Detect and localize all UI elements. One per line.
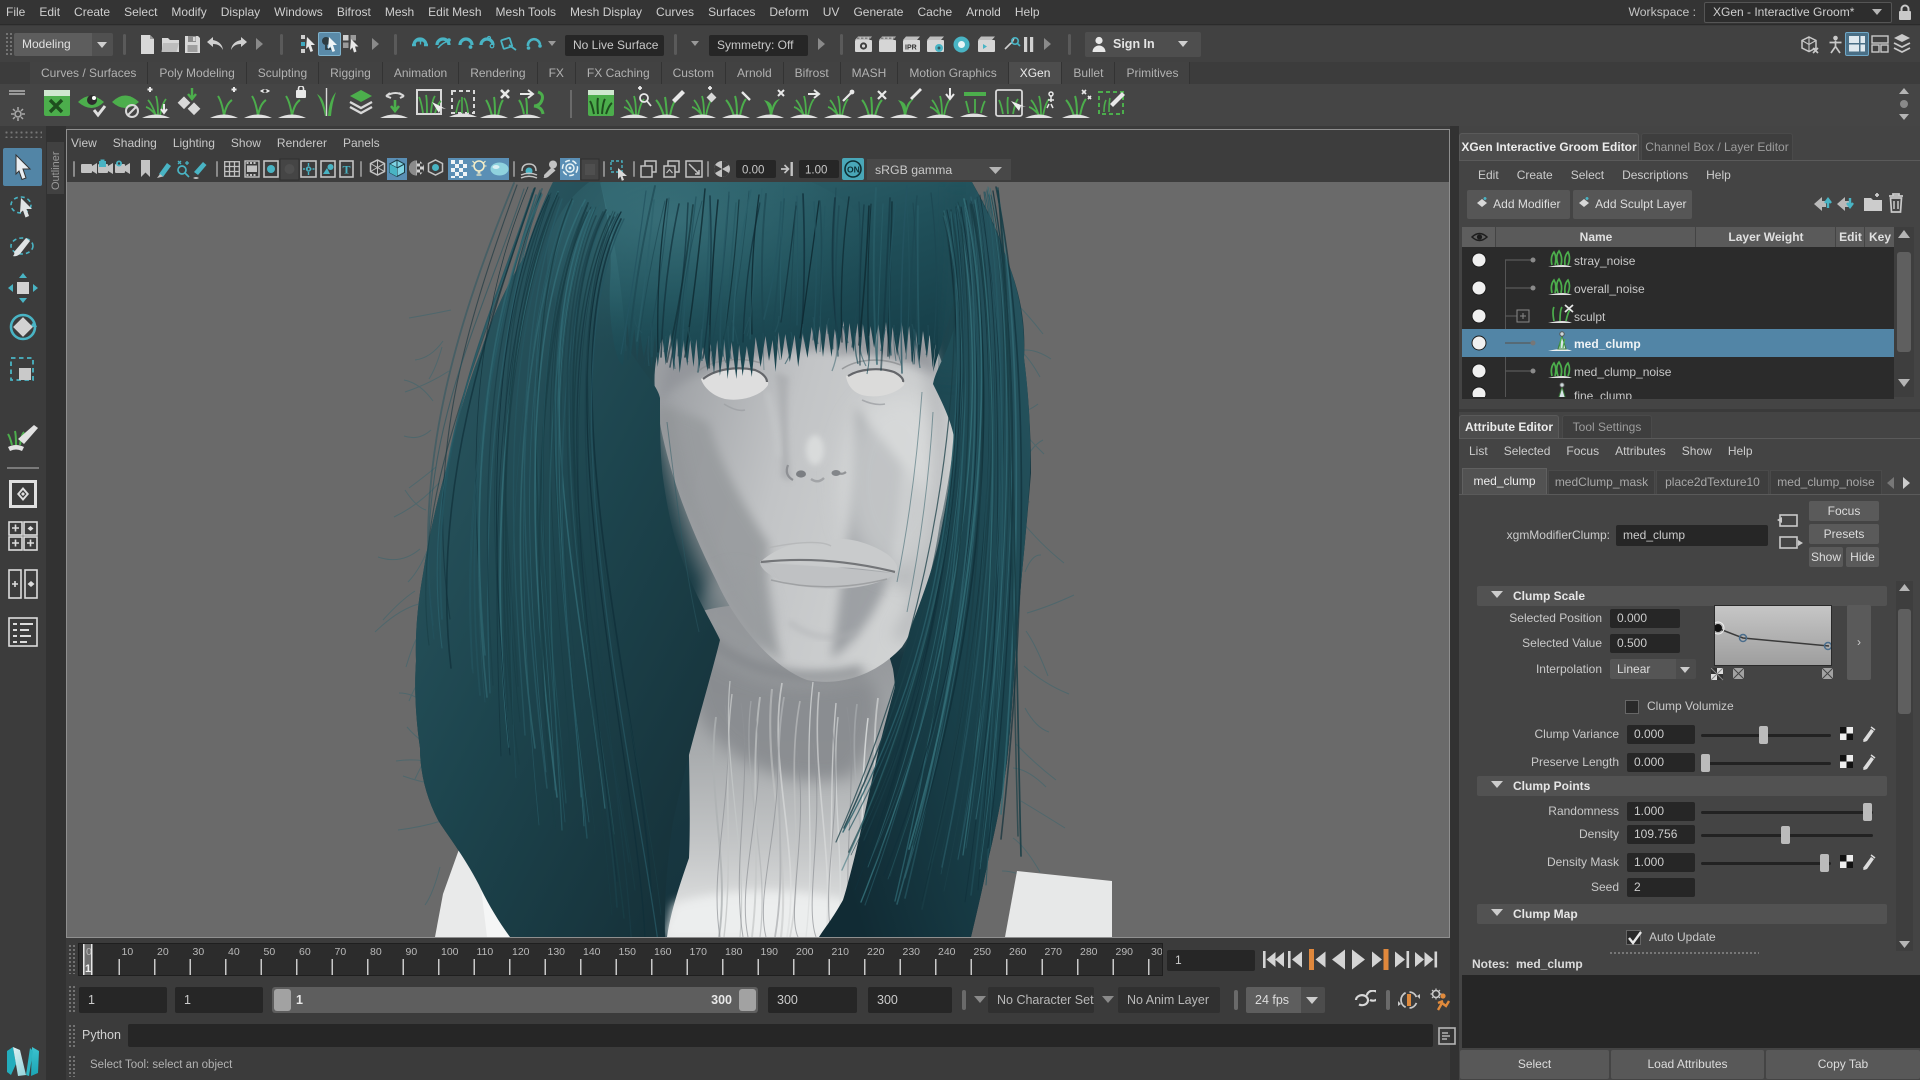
svg-text:260: 260 bbox=[1009, 946, 1027, 958]
svg-text:250: 250 bbox=[974, 946, 992, 958]
svg-text:160: 160 bbox=[654, 946, 672, 958]
svg-text:190: 190 bbox=[761, 946, 779, 958]
svg-text:180: 180 bbox=[725, 946, 743, 958]
svg-text:10: 10 bbox=[122, 946, 134, 958]
svg-text:ON: ON bbox=[847, 165, 860, 175]
svg-text:130: 130 bbox=[548, 946, 566, 958]
svg-text:0.00: 0.00 bbox=[742, 165, 764, 177]
svg-text:50: 50 bbox=[264, 946, 276, 958]
svg-text:300: 300 bbox=[1151, 946, 1162, 958]
svg-text:1.00: 1.00 bbox=[805, 165, 827, 177]
svg-text:60: 60 bbox=[299, 946, 311, 958]
svg-text:280: 280 bbox=[1080, 946, 1098, 958]
svg-text:210: 210 bbox=[832, 946, 850, 958]
svg-text:220: 220 bbox=[867, 946, 885, 958]
svg-text:90: 90 bbox=[406, 946, 418, 958]
svg-text:40: 40 bbox=[228, 946, 240, 958]
svg-text:80: 80 bbox=[370, 946, 382, 958]
svg-text:140: 140 bbox=[583, 946, 601, 958]
svg-text:290: 290 bbox=[1116, 946, 1134, 958]
svg-text:230: 230 bbox=[903, 946, 921, 958]
svg-text:120: 120 bbox=[512, 946, 530, 958]
svg-text:20: 20 bbox=[157, 946, 169, 958]
svg-text:170: 170 bbox=[690, 946, 708, 958]
svg-text:100: 100 bbox=[441, 946, 459, 958]
svg-text:200: 200 bbox=[796, 946, 814, 958]
svg-text:30: 30 bbox=[193, 946, 205, 958]
svg-text:IPR: IPR bbox=[905, 45, 917, 52]
svg-text:sRGB gamma: sRGB gamma bbox=[875, 163, 952, 177]
svg-text:270: 270 bbox=[1045, 946, 1063, 958]
svg-text:150: 150 bbox=[619, 946, 637, 958]
svg-text:110: 110 bbox=[477, 946, 494, 958]
svg-text:70: 70 bbox=[335, 946, 347, 958]
svg-text:1: 1 bbox=[85, 963, 91, 975]
svg-text:T: T bbox=[343, 163, 351, 177]
svg-text:240: 240 bbox=[938, 946, 956, 958]
